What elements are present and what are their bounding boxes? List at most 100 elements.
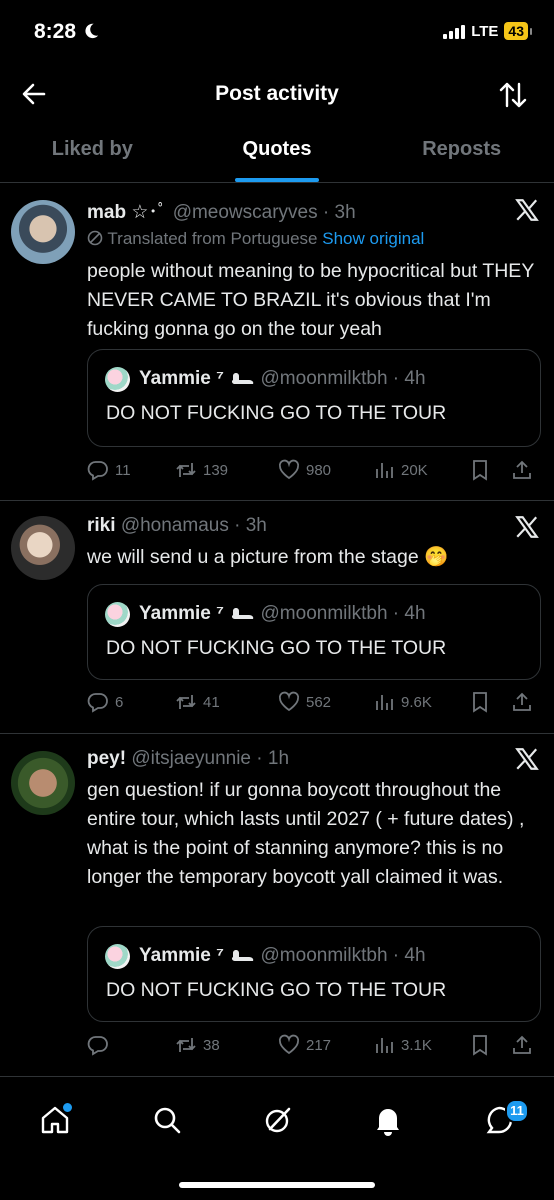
bookmark-button[interactable] [469, 459, 491, 481]
grok-icon[interactable] [262, 1104, 294, 1136]
messages-badge: 11 [505, 1099, 529, 1123]
repost-icon [176, 1038, 196, 1052]
like-icon [278, 1034, 300, 1055]
share-button[interactable] [511, 1034, 533, 1056]
reply-button[interactable] [87, 1034, 115, 1056]
reply-icon [87, 461, 108, 481]
post-text: we will send u a picture from the stage … [87, 546, 449, 568]
tab-liked-by[interactable]: Liked by [0, 138, 185, 182]
handle[interactable]: @itsjaeyunnie [131, 748, 251, 769]
repost-button[interactable]: 41 [175, 691, 220, 713]
post[interactable]: mab ☆･ﾟ @meowscaryves · 3h Translated fr… [0, 183, 554, 499]
handle[interactable]: @honamaus [121, 515, 229, 536]
x-logo-icon [515, 199, 539, 221]
post[interactable]: pey! @itsjaeyunnie · 1h gen question! if… [0, 734, 554, 1074]
show-original-link[interactable]: Show original [322, 229, 424, 248]
reply-button[interactable]: 6 [87, 691, 123, 713]
quoted-post[interactable]: Yammie ⁷ @moonmilktbh · 4h DO NOT FUCKIN… [87, 349, 541, 447]
handle[interactable]: @meowscaryves [173, 202, 318, 223]
bookmark-icon [473, 692, 487, 713]
swan-icon [232, 608, 254, 619]
bookmark-icon [473, 460, 487, 481]
display-name[interactable]: riki [87, 515, 116, 536]
quote-text: DO NOT FUCKING GO TO THE TOUR [106, 402, 447, 424]
post-header: riki @honamaus · 3h [87, 515, 267, 536]
like-icon [278, 691, 300, 712]
bookmark-button[interactable] [469, 691, 491, 713]
quoted-post[interactable]: Yammie ⁷ @moonmilktbh · 4h DO NOT FUCKIN… [87, 584, 541, 680]
home-indicator[interactable] [179, 1182, 375, 1188]
views-icon [376, 695, 393, 710]
post[interactable]: riki @honamaus · 3h we will send u a pic… [0, 501, 554, 732]
moon-icon [85, 23, 99, 39]
post-text: people without meaning to be hypocritica… [87, 260, 534, 340]
quote-header: Yammie ⁷ @moonmilktbh · 4h [139, 945, 426, 966]
x-logo-icon [515, 516, 539, 538]
swan-icon [232, 950, 254, 961]
translate-icon [87, 230, 103, 246]
quote-avatar [105, 944, 130, 969]
network-label: LTE [471, 22, 499, 40]
action-bar: 6 41 562 9.6K [87, 691, 540, 715]
quote-header: Yammie ⁷ @moonmilktbh · 4h [139, 603, 426, 624]
views-button[interactable]: 20K [373, 459, 428, 481]
repost-button[interactable]: 139 [175, 459, 228, 481]
notifications-icon[interactable] [372, 1104, 404, 1136]
display-name[interactable]: mab [87, 202, 126, 223]
reply-button[interactable]: 11 [87, 459, 131, 481]
views-icon [376, 1038, 393, 1053]
share-icon [513, 692, 531, 711]
bookmark-icon [473, 1035, 487, 1056]
repost-button[interactable]: 38 [175, 1034, 220, 1056]
search-icon[interactable] [151, 1104, 183, 1136]
reply-icon [87, 693, 108, 713]
name-decoration: ☆･ﾟ [131, 202, 168, 223]
quote-avatar [105, 602, 130, 627]
status-time: 8:28 [34, 20, 100, 44]
page-title: Post activity [215, 82, 339, 105]
timestamp: 1h [267, 748, 290, 769]
like-button[interactable]: 562 [278, 691, 331, 713]
sort-icon[interactable] [498, 80, 528, 110]
share-button[interactable] [511, 691, 533, 713]
translation-note: Translated from Portuguese Show original [87, 229, 424, 249]
x-logo-icon [515, 748, 539, 770]
status-indicators: LTE 43 [443, 22, 532, 40]
like-button[interactable]: 980 [278, 459, 331, 481]
home-notification-dot [61, 1101, 74, 1114]
quoted-post[interactable]: Yammie ⁷ @moonmilktbh · 4h DO NOT FUCKIN… [87, 926, 541, 1022]
post-text: gen question! if ur gonna boycott throug… [87, 779, 525, 888]
quote-header: Yammie ⁷ @moonmilktbh · 4h [139, 368, 426, 389]
like-button[interactable]: 217 [278, 1034, 331, 1056]
post-header: mab ☆･ﾟ @meowscaryves · 3h [87, 202, 356, 223]
action-bar: 11 139 980 20K [87, 459, 540, 483]
views-button[interactable]: 3.1K [373, 1034, 432, 1056]
battery-icon: 43 [504, 22, 532, 40]
signal-icon [443, 23, 466, 39]
quote-avatar [105, 367, 130, 392]
share-button[interactable] [511, 459, 533, 481]
quote-text: DO NOT FUCKING GO TO THE TOUR [106, 637, 447, 659]
quote-text: DO NOT FUCKING GO TO THE TOUR [106, 979, 447, 1001]
swan-icon [232, 373, 254, 384]
share-icon [513, 1035, 531, 1054]
repost-icon [176, 463, 196, 477]
avatar[interactable] [11, 200, 75, 264]
timestamp: 3h [334, 202, 356, 223]
action-bar: 38 217 3.1K [87, 1034, 540, 1058]
tab-bar: Liked by Quotes Reposts [0, 138, 554, 182]
timestamp: 3h [245, 515, 267, 536]
display-name[interactable]: pey! [87, 748, 126, 769]
views-button[interactable]: 9.6K [373, 691, 432, 713]
nav-divider [0, 1076, 554, 1077]
avatar[interactable] [11, 516, 75, 580]
tab-quotes[interactable]: Quotes [185, 138, 370, 182]
bookmark-button[interactable] [469, 1034, 491, 1056]
views-icon [376, 463, 393, 478]
share-icon [513, 460, 531, 479]
tab-reposts[interactable]: Reposts [369, 138, 554, 182]
reply-icon [87, 1036, 108, 1056]
repost-icon [176, 695, 196, 709]
avatar[interactable] [11, 751, 75, 815]
post-header: pey! @itsjaeyunnie · 1h [87, 748, 290, 769]
